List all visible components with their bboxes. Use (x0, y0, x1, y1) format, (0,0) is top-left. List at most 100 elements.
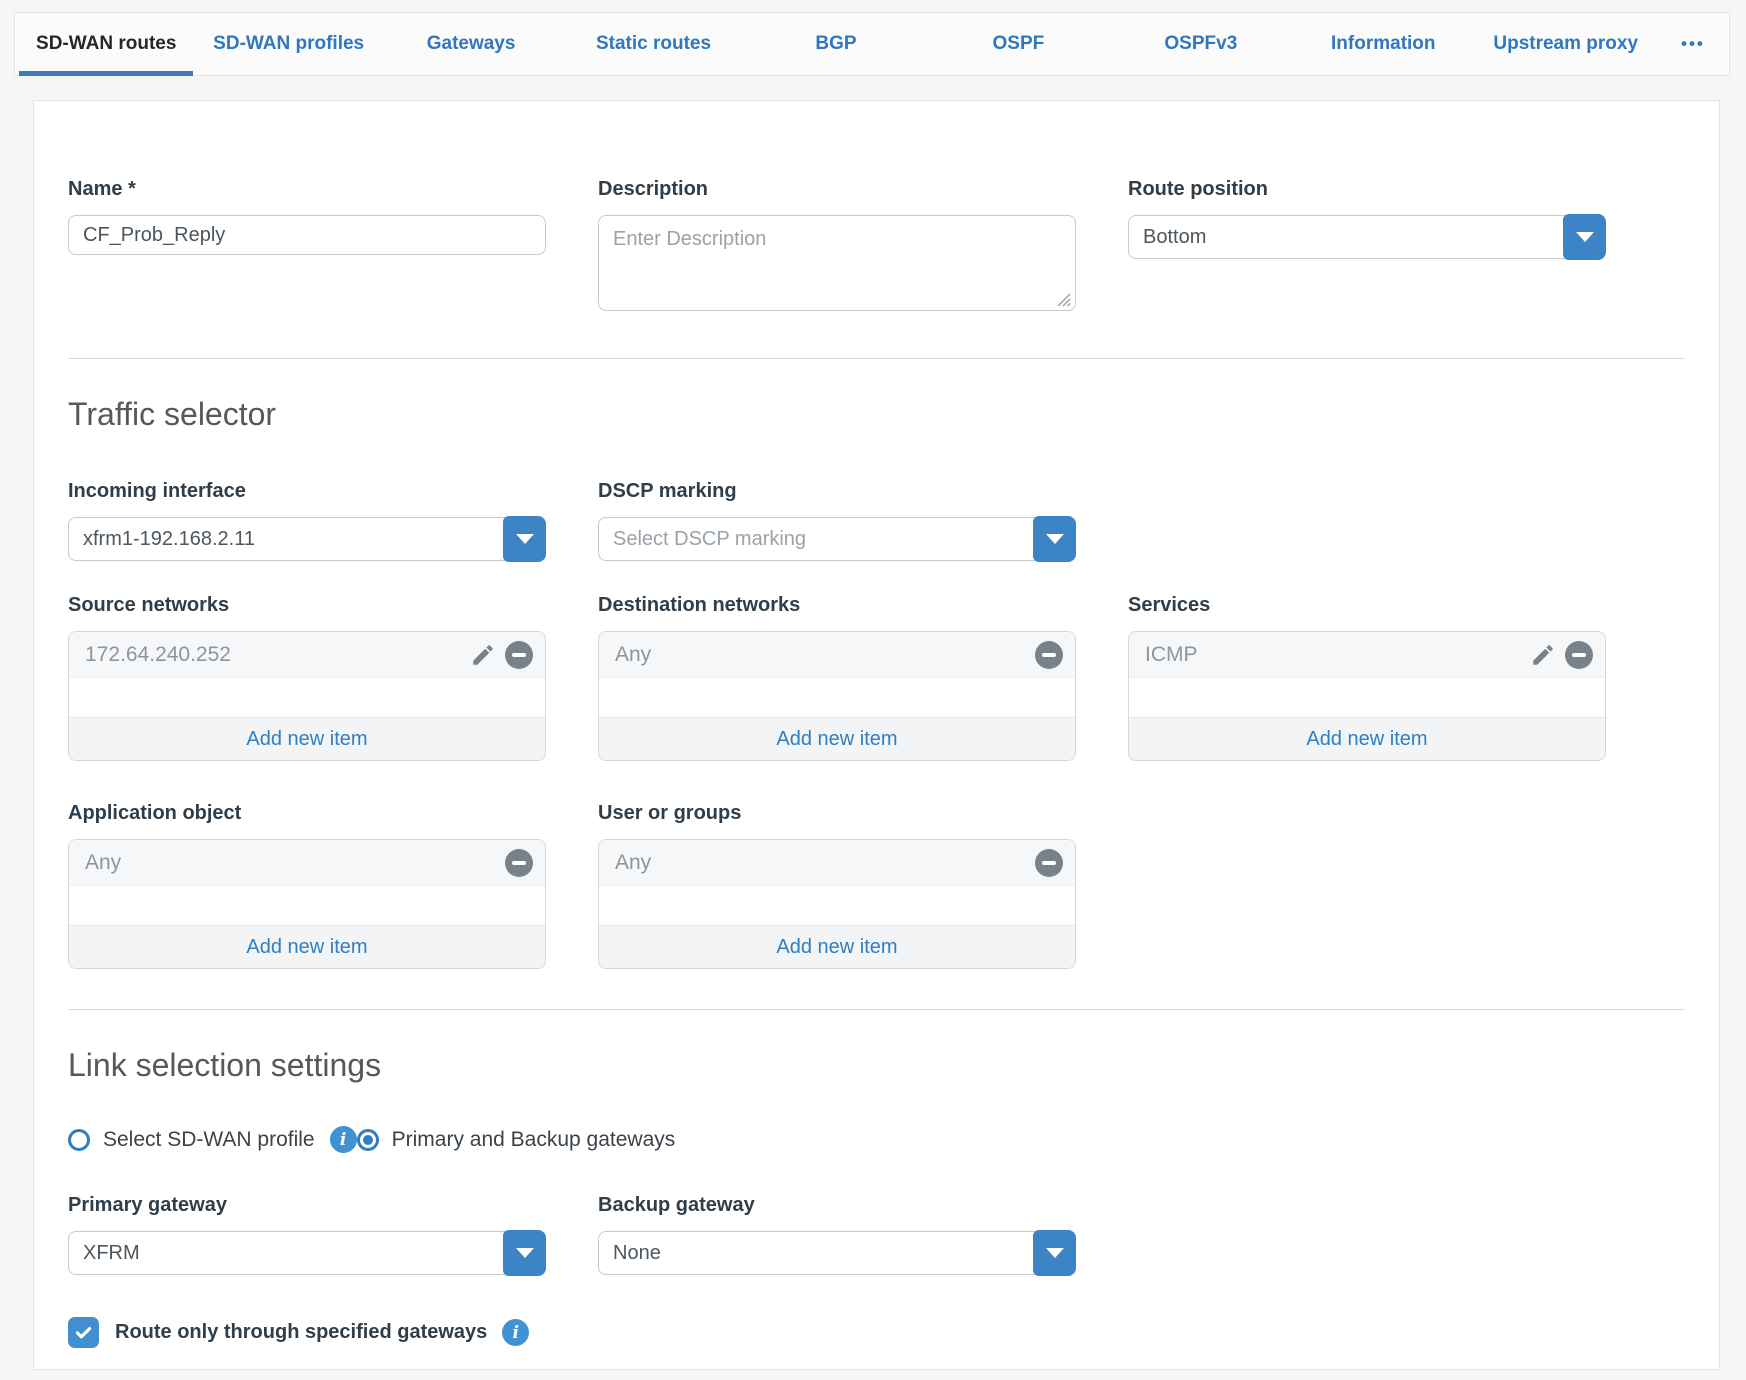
tab-bar: SD-WAN routes SD-WAN profiles Gateways S… (14, 12, 1730, 76)
sd-wan-route-form: Name * Description Route position Bottom… (33, 100, 1720, 1370)
list-empty-area (1129, 678, 1605, 717)
list-item-text: Any (85, 851, 121, 875)
list-item-text: Any (615, 643, 651, 667)
application-object-listbox: Any Add new item (68, 839, 546, 969)
incoming-interface-label: Incoming interface (68, 479, 546, 503)
description-field-group: Description (598, 177, 1076, 316)
route-position-label: Route position (1128, 177, 1606, 201)
list-empty-area (599, 886, 1075, 925)
remove-icon[interactable] (1035, 641, 1063, 669)
tab-sd-wan-routes[interactable]: SD-WAN routes (15, 13, 197, 75)
backup-gateway-field-group: Backup gateway None (598, 1193, 1076, 1275)
remove-icon[interactable] (1565, 641, 1593, 669)
incoming-interface-select[interactable]: xfrm1-192.168.2.11 (68, 517, 546, 561)
destination-networks-field-group: Destination networks Any Add new item (598, 593, 1076, 761)
services-label: Services (1128, 593, 1606, 617)
check-icon (73, 1322, 94, 1343)
services-listbox: ICMP Add new item (1128, 631, 1606, 761)
primary-gateway-value: XFRM (83, 1242, 140, 1265)
list-item: Any (69, 840, 545, 886)
edit-icon[interactable] (470, 642, 496, 668)
user-or-groups-label: User or groups (598, 801, 1076, 825)
tab-static-routes[interactable]: Static routes (562, 13, 744, 75)
chevron-down-icon[interactable] (503, 1230, 546, 1276)
add-new-item-button[interactable]: Add new item (599, 925, 1075, 968)
remove-icon[interactable] (1035, 849, 1063, 877)
backup-gateway-label: Backup gateway (598, 1193, 1076, 1217)
source-networks-field-group: Source networks 172.64.240.252 Add new i… (68, 593, 546, 761)
tab-ospf[interactable]: OSPF (927, 13, 1109, 75)
section-divider (68, 1009, 1685, 1010)
tab-gateways[interactable]: Gateways (380, 13, 562, 75)
list-item: Any (599, 632, 1075, 678)
primary-gateway-label: Primary gateway (68, 1193, 546, 1217)
tab-upstream-proxy[interactable]: Upstream proxy (1475, 13, 1657, 75)
tab-bgp[interactable]: BGP (745, 13, 927, 75)
dscp-marking-placeholder: Select DSCP marking (613, 528, 806, 551)
destination-networks-listbox: Any Add new item (598, 631, 1076, 761)
list-empty-area (69, 886, 545, 925)
route-position-field-group: Route position Bottom (1128, 177, 1606, 316)
primary-gateway-select[interactable]: XFRM (68, 1231, 546, 1275)
application-object-field-group: Application object Any Add new item (68, 801, 546, 969)
description-label: Description (598, 177, 1076, 201)
route-only-checkbox[interactable] (68, 1317, 99, 1348)
name-label: Name * (68, 177, 546, 201)
source-networks-listbox: 172.64.240.252 Add new item (68, 631, 546, 761)
add-new-item-button[interactable]: Add new item (599, 717, 1075, 760)
application-object-label: Application object (68, 801, 546, 825)
route-position-value: Bottom (1143, 226, 1206, 249)
chevron-down-icon[interactable] (1563, 214, 1606, 260)
list-item: Any (599, 840, 1075, 886)
user-or-groups-field-group: User or groups Any Add new item (598, 801, 1076, 969)
incoming-interface-value: xfrm1-192.168.2.11 (83, 528, 255, 551)
source-networks-label: Source networks (68, 593, 546, 617)
name-input[interactable] (68, 215, 546, 255)
route-position-select[interactable]: Bottom (1128, 215, 1606, 259)
list-item: ICMP (1129, 632, 1605, 678)
dscp-marking-select[interactable]: Select DSCP marking (598, 517, 1076, 561)
route-only-label: Route only through specified gateways (115, 1321, 487, 1344)
list-item: 172.64.240.252 (69, 632, 545, 678)
tab-sd-wan-profiles[interactable]: SD-WAN profiles (197, 13, 379, 75)
list-empty-area (599, 678, 1075, 717)
radio-label: Select SD-WAN profile (103, 1128, 315, 1152)
link-selection-heading: Link selection settings (68, 1046, 1685, 1084)
radio-primary-backup-gateways[interactable]: Primary and Backup gateways (357, 1128, 676, 1152)
chevron-down-icon[interactable] (1033, 1230, 1076, 1276)
dscp-marking-label: DSCP marking (598, 479, 1076, 503)
primary-gateway-field-group: Primary gateway XFRM (68, 1193, 546, 1275)
destination-networks-label: Destination networks (598, 593, 1076, 617)
user-or-groups-listbox: Any Add new item (598, 839, 1076, 969)
remove-icon[interactable] (505, 641, 533, 669)
services-field-group: Services ICMP Add new item (1128, 593, 1606, 761)
list-empty-area (69, 678, 545, 717)
backup-gateway-select[interactable]: None (598, 1231, 1076, 1275)
list-item-text: 172.64.240.252 (85, 643, 231, 667)
radio-label: Primary and Backup gateways (392, 1128, 676, 1152)
tab-ospfv3[interactable]: OSPFv3 (1110, 13, 1292, 75)
traffic-selector-heading: Traffic selector (68, 395, 1685, 433)
add-new-item-button[interactable]: Add new item (69, 925, 545, 968)
edit-icon[interactable] (1530, 642, 1556, 668)
radio-select-sd-wan-profile[interactable]: Select SD-WAN profile (68, 1128, 315, 1152)
list-item-text: ICMP (1145, 643, 1198, 667)
chevron-down-icon[interactable] (1033, 516, 1076, 562)
radio-icon[interactable] (357, 1129, 379, 1151)
name-field-group: Name * (68, 177, 546, 316)
chevron-down-icon[interactable] (503, 516, 546, 562)
remove-icon[interactable] (505, 849, 533, 877)
add-new-item-button[interactable]: Add new item (69, 717, 545, 760)
section-divider (68, 358, 1685, 359)
info-icon[interactable]: i (502, 1319, 529, 1346)
description-textarea[interactable] (598, 215, 1076, 311)
add-new-item-button[interactable]: Add new item (1129, 717, 1605, 760)
tab-information[interactable]: Information (1292, 13, 1474, 75)
incoming-interface-field-group: Incoming interface xfrm1-192.168.2.11 (68, 479, 546, 561)
dscp-marking-field-group: DSCP marking Select DSCP marking (598, 479, 1076, 561)
list-item-text: Any (615, 851, 651, 875)
tab-more-icon[interactable]: ••• (1657, 13, 1729, 75)
backup-gateway-value: None (613, 1242, 661, 1265)
radio-icon[interactable] (68, 1129, 90, 1151)
info-icon[interactable]: i (330, 1126, 357, 1153)
